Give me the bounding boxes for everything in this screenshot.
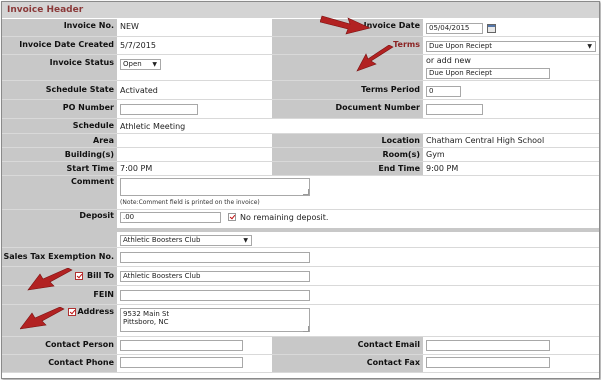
customer-select[interactable]: Athletic Boosters Club ▼	[120, 235, 252, 246]
area-label: Area	[2, 134, 117, 147]
no-remaining-deposit-text: No remaining deposit.	[240, 213, 329, 222]
invoice-status-select[interactable]: Open ▼	[120, 59, 161, 70]
schedule-state-label: Schedule State	[2, 81, 117, 99]
location-label: Location	[272, 134, 423, 147]
contact-fax-label: Contact Fax	[272, 355, 423, 372]
terms-period-label: Terms Period	[272, 81, 423, 99]
sales-tax-label: Sales Tax Exemption No.	[2, 248, 117, 266]
document-number-label: Document Number	[272, 100, 423, 118]
contact-phone-field[interactable]	[120, 357, 243, 368]
address-checkbox[interactable]	[68, 308, 76, 316]
resize-grip-icon[interactable]	[303, 189, 309, 195]
invoice-no-value: NEW	[120, 22, 139, 31]
invoice-date-created-label: Invoice Date Created	[2, 37, 117, 54]
terms-add-label-cell	[272, 55, 423, 80]
customer-label-cell	[2, 232, 117, 247]
schedule-label: Schedule	[2, 119, 117, 133]
schedule-state-value: Activated	[120, 86, 158, 95]
panel-title: Invoice Header	[2, 2, 599, 19]
invoice-date-created-value: 5/7/2015	[120, 41, 156, 50]
invoice-date-field[interactable]: 05/04/2015	[426, 23, 483, 34]
location-value: Chatham Central High School	[426, 136, 545, 145]
or-add-new-text: or add new	[426, 56, 471, 65]
sales-tax-field[interactable]	[120, 252, 310, 263]
contact-email-label: Contact Email	[272, 337, 423, 354]
red-arrow-icon	[320, 15, 371, 35]
terms-select[interactable]: Due Upon Reciept ▼	[426, 41, 596, 52]
contact-fax-field[interactable]	[426, 357, 550, 368]
comment-label: Comment	[2, 176, 117, 209]
chevron-down-icon: ▼	[152, 61, 157, 68]
rooms-value: Gym	[426, 150, 445, 159]
invoice-header-panel: Invoice Header Invoice No. NEW Invoice D…	[1, 1, 600, 379]
calendar-icon[interactable]	[487, 24, 496, 33]
invoice-status-label: Invoice Status	[2, 55, 117, 80]
comment-note: (Note:Comment field is printed on the in…	[120, 199, 260, 206]
address-line-1: 9532 Main St	[123, 310, 170, 318]
schedule-value: Athletic Meeting	[120, 122, 186, 131]
contact-phone-label: Contact Phone	[2, 355, 117, 372]
deposit-field[interactable]: .00	[120, 212, 221, 223]
chevron-down-icon: ▼	[587, 43, 592, 50]
po-number-label: PO Number	[2, 100, 117, 118]
terms-add-new-field[interactable]: Due Upon Reciept	[426, 68, 550, 79]
po-number-field[interactable]	[120, 104, 198, 115]
contact-email-field[interactable]	[426, 340, 550, 351]
document-number-field[interactable]	[426, 104, 483, 115]
bill-to-checkbox[interactable]	[75, 272, 83, 280]
buildings-label: Building(s)	[2, 148, 117, 161]
address-field[interactable]: 9532 Main St Pittsboro, NC	[120, 308, 310, 332]
bill-to-field[interactable]: Athletic Boosters Club	[120, 271, 310, 282]
end-time-value: 9:00 PM	[426, 164, 459, 173]
address-line-2: Pittsboro, NC	[123, 318, 169, 326]
comment-field[interactable]	[120, 178, 310, 196]
start-time-value: 7:00 PM	[120, 164, 153, 173]
red-arrow-icon	[20, 307, 65, 330]
contact-person-field[interactable]	[120, 340, 243, 351]
deposit-label: Deposit	[2, 210, 117, 228]
terms-period-field[interactable]: 0	[426, 86, 461, 97]
invoice-no-label: Invoice No.	[2, 19, 117, 36]
chevron-down-icon: ▼	[243, 237, 248, 244]
rooms-label: Room(s)	[272, 148, 423, 161]
end-time-label: End Time	[272, 162, 423, 175]
fein-field[interactable]	[120, 290, 310, 301]
red-arrow-icon	[356, 45, 394, 72]
resize-grip-icon[interactable]	[303, 326, 309, 332]
no-remaining-deposit-checkbox[interactable]	[228, 213, 236, 221]
terms-label: Terms	[272, 37, 423, 54]
contact-person-label: Contact Person	[2, 337, 117, 354]
start-time-label: Start Time	[2, 162, 117, 175]
red-arrow-icon	[27, 268, 73, 291]
